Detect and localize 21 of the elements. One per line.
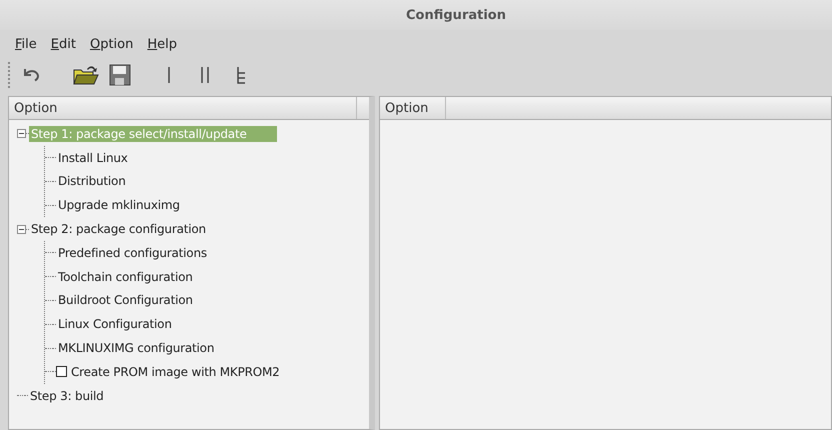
tree-item[interactable]: Buildroot Configuration [56,292,195,308]
tree-item[interactable]: Predefined configurations [56,244,209,261]
tree-item[interactable]: Step 2: package configuration [29,221,208,238]
collapse-icon[interactable] [17,129,26,138]
tree-item[interactable]: Step 3: build [28,388,106,404]
tree-item[interactable]: Create PROM image with MKPROM2 [69,364,282,380]
menu-item[interactable]: Option [84,34,138,54]
menu-item[interactable]: Help [142,34,182,54]
menu-item[interactable]: File [10,34,42,54]
tree-item[interactable]: MKLINUXIMG configuration [56,340,216,356]
save-icon[interactable] [107,62,133,88]
collapse-icon[interactable] [17,224,26,234]
tree-item[interactable]: Linux Configuration [56,316,174,332]
tree-item[interactable]: Toolchain configuration [56,268,195,285]
tree-item[interactable]: Upgrade mklinuximg [56,197,182,214]
column-header[interactable]: Option [380,97,446,119]
tree-item[interactable]: Install Linux [56,150,130,166]
tree-item[interactable]: Distribution [56,173,128,190]
checkbox[interactable] [56,366,67,378]
window-title: Configuration [406,8,506,22]
menu-item[interactable]: Edit [46,34,81,54]
